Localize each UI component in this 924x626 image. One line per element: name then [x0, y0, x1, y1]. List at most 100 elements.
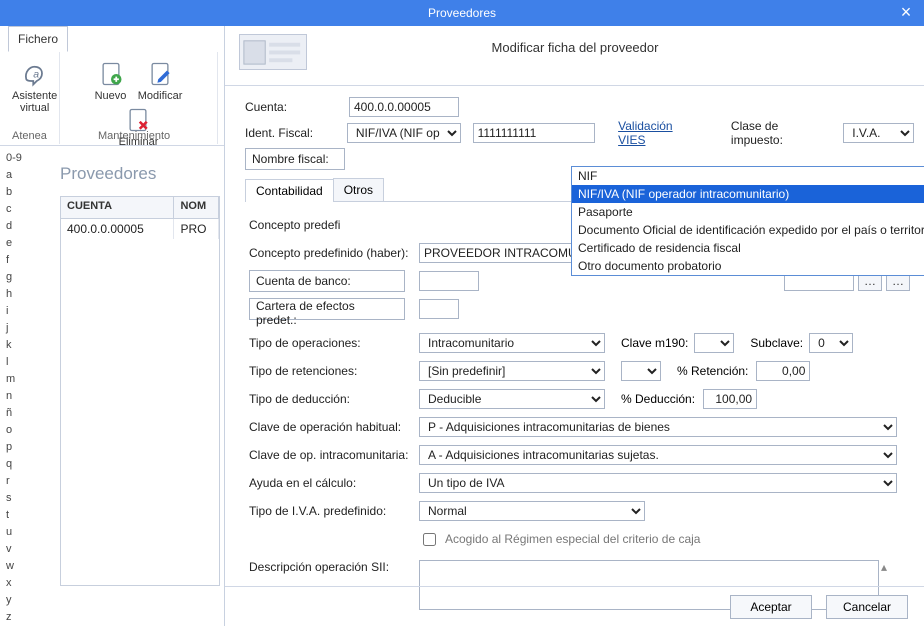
label-iva-pred: Tipo de I.V.A. predefinido: [249, 504, 419, 518]
iva-pred-select[interactable]: Normal [419, 501, 645, 521]
tipo-ded-select[interactable]: Deducible [419, 389, 605, 409]
panel-heading: Proveedores [60, 164, 156, 184]
ribbon-tab-fichero[interactable]: Fichero [8, 26, 68, 52]
account-input[interactable] [349, 97, 459, 117]
index-item[interactable]: f [0, 252, 28, 269]
vies-link[interactable]: Validación VIES [618, 119, 701, 147]
ident-number-input[interactable] [473, 123, 595, 143]
edit-doc-icon [146, 60, 174, 88]
label-ayuda: Ayuda en el cálculo: [249, 476, 419, 490]
dropdown-option[interactable]: NIF [572, 167, 924, 185]
index-item[interactable]: p [0, 439, 28, 456]
index-item[interactable]: v [0, 541, 28, 558]
close-icon[interactable]: × [896, 0, 916, 24]
index-item[interactable]: y [0, 592, 28, 609]
scroll-up-icon[interactable]: ▴ [881, 560, 897, 574]
modify-button[interactable]: Modificar [134, 58, 187, 104]
bank-account-input[interactable] [419, 271, 479, 291]
index-item[interactable]: j [0, 320, 28, 337]
caja-checkbox-input[interactable] [423, 533, 436, 546]
clave-intra-select[interactable]: A - Adquisiciones intracomunitarias suje… [419, 445, 897, 465]
new-button[interactable]: Nuevo [91, 58, 131, 104]
label-pred-debe: Concepto predefi [249, 218, 419, 232]
dialog-title: Modificar ficha del proveedor [225, 40, 924, 55]
label-desc-sii: Descripción operación SII: [249, 560, 419, 574]
label-tax-class: Clase de impuesto: [731, 119, 832, 147]
index-item[interactable]: q [0, 456, 28, 473]
label-account: Cuenta: [245, 100, 349, 114]
index-item[interactable]: c [0, 201, 28, 218]
index-item[interactable]: a [0, 167, 28, 184]
portfolio-input[interactable] [419, 299, 459, 319]
index-item[interactable]: r [0, 473, 28, 490]
ribbon-group-title: Mantenimiento [98, 130, 170, 142]
clave-m190-select[interactable] [694, 333, 734, 353]
assistant-button[interactable]: a Asistente virtual [8, 58, 61, 116]
tipo-op-select[interactable]: Intracomunitario [419, 333, 605, 353]
label-clave-op: Clave de operación habitual: [249, 420, 419, 434]
index-item[interactable]: x [0, 575, 28, 592]
ret-aux-select[interactable] [621, 361, 661, 381]
assistant-icon: a [21, 60, 49, 88]
ident-type-select[interactable]: NIF/IVA (NIF oper [347, 123, 461, 143]
index-item[interactable]: u [0, 524, 28, 541]
index-item[interactable]: n [0, 388, 28, 405]
label-pred-haber: Concepto predefinido (haber): [249, 246, 419, 260]
clave-op-select[interactable]: P - Adquisiciones intracomunitarias de b… [419, 417, 897, 437]
index-item[interactable]: o [0, 422, 28, 439]
accept-button[interactable]: Aceptar [730, 595, 812, 619]
ribbon: Fichero a Asistente virtual Atenea Nuevo [0, 26, 224, 146]
alpha-index: 0-9 abcdefghijklmnñopqrstuvwxyz [0, 150, 28, 626]
index-item[interactable]: h [0, 286, 28, 303]
index-item[interactable]: w [0, 558, 28, 575]
col-name[interactable]: NOM [174, 197, 219, 218]
tipo-ret-select[interactable]: [Sin predefinir] [419, 361, 605, 381]
dropdown-option[interactable]: Pasaporte [572, 203, 924, 221]
label-ident: Ident. Fiscal: [245, 126, 347, 140]
index-item[interactable]: z [0, 609, 28, 626]
cancel-button[interactable]: Cancelar [826, 595, 908, 619]
label-subclave: Subclave: [750, 336, 803, 350]
col-account[interactable]: CUENTA [61, 197, 174, 218]
label-tipo-ded: Tipo de deducción: [249, 392, 419, 406]
index-item[interactable]: g [0, 269, 28, 286]
index-item[interactable]: 0-9 [0, 150, 28, 167]
portfolio-button[interactable]: Cartera de efectos predet.: [249, 298, 405, 320]
caja-checkbox[interactable]: Acogido al Régimen especial del criterio… [419, 530, 700, 549]
dropdown-option[interactable]: Certificado de residencia fiscal [572, 239, 924, 257]
index-item[interactable]: l [0, 354, 28, 371]
ident-type-dropdown[interactable]: NIF NIF/IVA (NIF operador intracomunitar… [571, 166, 924, 276]
pct-ded-input[interactable] [703, 389, 757, 409]
window-title: Proveedores [428, 6, 496, 20]
dropdown-option[interactable]: Otro documento probatorio [572, 257, 924, 275]
ayuda-select[interactable]: Un tipo de IVA [419, 473, 897, 493]
dropdown-option-selected[interactable]: NIF/IVA (NIF operador intracomunitario) [572, 185, 924, 203]
tab-contabilidad[interactable]: Contabilidad [245, 179, 334, 202]
index-item[interactable]: m [0, 371, 28, 388]
subclave-select[interactable]: 0 [809, 333, 853, 353]
providers-table: CUENTA NOM 400.0.0.00005 PRO [60, 196, 220, 586]
index-item[interactable]: k [0, 337, 28, 354]
index-item[interactable]: i [0, 303, 28, 320]
bank-account-button[interactable]: Cuenta de banco: [249, 270, 405, 292]
index-item[interactable]: ñ [0, 405, 28, 422]
index-item[interactable]: t [0, 507, 28, 524]
table-row[interactable]: 400.0.0.00005 PRO [61, 219, 219, 239]
label-tipo-op: Tipo de operaciones: [249, 336, 419, 350]
fiscal-name-button[interactable]: Nombre fiscal: [245, 148, 345, 170]
label-clave-m190: Clave m190: [621, 336, 688, 350]
index-item[interactable]: e [0, 235, 28, 252]
index-item[interactable]: d [0, 218, 28, 235]
index-item[interactable]: s [0, 490, 28, 507]
tab-otros[interactable]: Otros [333, 178, 384, 201]
tax-class-select[interactable]: I.V.A. [843, 123, 914, 143]
label-clave-intra: Clave de op. intracomunitaria: [249, 448, 419, 462]
index-item[interactable]: b [0, 184, 28, 201]
provider-dialog: Modificar ficha del proveedor Cuenta: Id… [224, 26, 924, 626]
pct-ret-input[interactable] [756, 361, 810, 381]
dropdown-option[interactable]: Documento Oficial de identificación expe… [572, 221, 924, 239]
label-pct-ded: % Deducción: [621, 392, 695, 406]
delete-button[interactable]: Eliminar [115, 104, 163, 150]
label-pct-ret: % Retención: [677, 364, 748, 378]
window-titlebar: Proveedores × [0, 0, 924, 26]
